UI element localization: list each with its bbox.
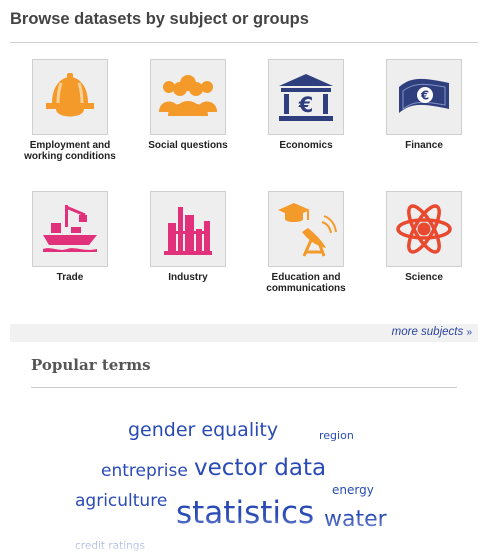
svg-text:€: € (420, 89, 429, 103)
social-questions-icon-box[interactable] (150, 59, 226, 135)
tag-term[interactable]: region (319, 429, 354, 442)
more-subjects-link[interactable]: more subjects » (392, 326, 472, 338)
employment-icon-box[interactable] (32, 59, 108, 135)
more-subjects-label[interactable]: more subjects (392, 326, 464, 338)
education-icon-box[interactable] (268, 191, 344, 267)
subject-tile-finance[interactable]: € Finance (370, 59, 478, 151)
tag-term[interactable]: energy (332, 483, 374, 497)
subject-tile-employment[interactable]: Employment and working conditions (16, 59, 124, 162)
tag-term[interactable]: agriculture (75, 491, 167, 511)
subject-tile-economics[interactable]: € Economics (252, 59, 360, 151)
tag-term[interactable]: vector data (194, 455, 326, 481)
science-icon-box[interactable] (386, 191, 462, 267)
subject-label[interactable]: Economics (252, 140, 360, 151)
popular-terms-heading: Popular terms (31, 356, 151, 374)
finance-icon-box[interactable]: € (386, 59, 462, 135)
euro-bank-icon: € (279, 74, 333, 121)
subject-label[interactable]: Science (370, 272, 478, 283)
industry-icon-box[interactable] (150, 191, 226, 267)
tag-term[interactable]: entreprise (101, 461, 188, 481)
double-chevron-down-icon[interactable]: » (466, 327, 472, 338)
subject-label[interactable]: Trade (16, 272, 124, 283)
svg-text:€: € (298, 93, 314, 117)
subject-tile-science[interactable]: Science (370, 191, 478, 283)
graduation-cap-satellite-icon (278, 203, 337, 257)
people-group-icon (159, 75, 217, 116)
euro-banknote-icon: € (399, 78, 449, 113)
subject-label[interactable]: Employment and working conditions (16, 140, 124, 162)
popular-terms-divider (31, 387, 457, 388)
more-subjects-bar: more subjects » (10, 324, 478, 342)
subject-tile-industry[interactable]: Industry (134, 191, 242, 283)
economics-icon-box[interactable]: € (268, 59, 344, 135)
cargo-ship-icon (43, 205, 97, 252)
factory-icon (164, 207, 212, 255)
atom-icon (396, 204, 452, 254)
subject-label[interactable]: Social questions (134, 140, 242, 151)
subject-tile-trade[interactable]: Trade (16, 191, 124, 283)
tag-term[interactable]: water (324, 507, 387, 532)
subject-label[interactable]: Finance (370, 140, 478, 151)
tag-term[interactable]: gender equality (128, 419, 278, 441)
subject-tile-social-questions[interactable]: Social questions (134, 59, 242, 151)
trade-icon-box[interactable] (32, 191, 108, 267)
heading-divider (10, 42, 478, 43)
subject-tile-education[interactable]: Education and communications (252, 191, 360, 294)
tag-term[interactable]: credit ratings (75, 540, 145, 552)
hard-hat-icon (46, 73, 94, 117)
subject-label[interactable]: Education and communications (252, 272, 360, 294)
subject-label[interactable]: Industry (134, 272, 242, 283)
browse-heading: Browse datasets by subject or groups (10, 10, 309, 28)
tag-term[interactable]: statistics (176, 495, 314, 531)
